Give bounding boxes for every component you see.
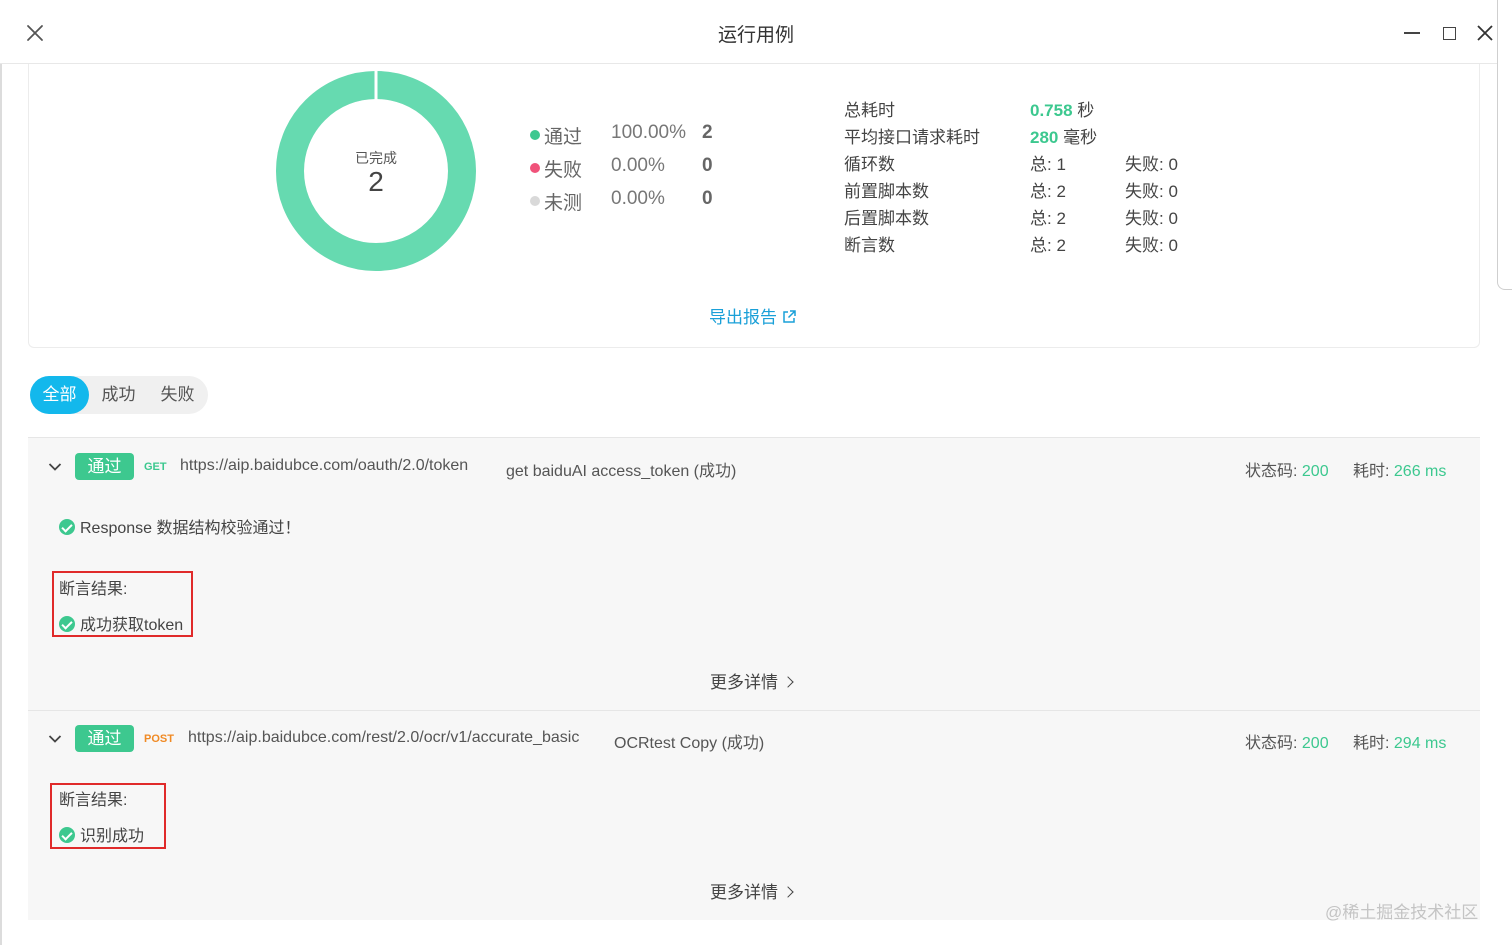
assertion-title: 断言结果: (59, 581, 128, 598)
chevron-right-icon (782, 886, 794, 898)
legend-count: 0 (702, 188, 713, 209)
export-report-link[interactable]: 导出报告 (709, 303, 797, 328)
check-circle-icon (59, 519, 75, 535)
legend-count: 0 (702, 155, 713, 176)
avg-time-number: 280 (1030, 128, 1059, 147)
status-code-label: 状态码: (1245, 463, 1298, 480)
assertion-result-text: 识别成功 (80, 828, 145, 845)
chevron-down-icon[interactable] (48, 462, 62, 472)
title-bar: 运行用例 (0, 0, 1512, 64)
window-title: 运行用例 (717, 25, 794, 46)
total-time-unit: 秒 (1077, 101, 1095, 120)
check-circle-icon (59, 616, 75, 632)
request-url: https://aip.baidubce.com/oauth/2.0/token (180, 457, 469, 474)
elapsed-time-label: 耗时: (1353, 463, 1390, 480)
more-details-link[interactable]: 更多详情 (710, 878, 794, 903)
stat-avg-time-label: 平均接口请求耗时 (844, 128, 980, 147)
stat-loop-label: 循环数 (844, 155, 895, 174)
stat-total-time-value: 0.758 秒 (1030, 96, 1094, 121)
status-code: 状态码: 200 (1245, 729, 1329, 753)
schema-check: Response 数据结构校验通过！ (59, 514, 301, 538)
result-filter: 全部 成功 失败 (30, 376, 208, 414)
tab-all[interactable]: 全部 (30, 376, 89, 414)
result-item: 通过 POST https://aip.baidubce.com/rest/2.… (28, 710, 1480, 920)
assertion-result: 识别成功 (59, 822, 144, 846)
request-name: get baiduAI access_token (成功) (506, 463, 737, 480)
elapsed-time-value: 266 ms (1393, 463, 1447, 480)
stat-total-time-label: 总耗时 (844, 101, 895, 120)
export-report-label: 导出报告 (709, 308, 777, 327)
request-url: https://aip.baidubce.com/rest/2.0/ocr/v1… (188, 729, 580, 746)
donut-center-value: 2 (368, 166, 384, 197)
legend-name: 未测 (544, 193, 583, 214)
total-time-number: 0.758 (1030, 101, 1073, 120)
scrollbar[interactable] (1497, 0, 1512, 290)
status-code-value: 200 (1301, 735, 1329, 752)
minimize-icon[interactable] (1404, 32, 1420, 34)
donut-center-label: 已完成 (355, 150, 397, 166)
elapsed-time-value: 294 ms (1393, 735, 1447, 752)
stat-post-script-fail: 失败: 0 (1125, 209, 1178, 228)
stat-assert-fail: 失败: 0 (1125, 236, 1178, 255)
assertion-result-text: 成功获取token (80, 617, 184, 634)
legend-dot-fail (530, 163, 540, 173)
result-item: 通过 GET https://aip.baidubce.com/oauth/2.… (28, 437, 1480, 710)
status-badge: 通过 (75, 453, 134, 480)
legend-dot-pass (530, 130, 540, 140)
stat-avg-time-value: 280 毫秒 (1030, 123, 1097, 148)
maximize-icon[interactable] (1443, 27, 1456, 40)
external-link-icon (783, 310, 796, 323)
legend-percent: 0.00% (611, 188, 665, 209)
window-close-icon[interactable] (1476, 24, 1494, 42)
request-name: OCRtest Copy (成功) (614, 735, 765, 752)
stat-assert-total: 总: 2 (1030, 236, 1066, 255)
status-code-label: 状态码: (1245, 735, 1298, 752)
legend-percent: 0.00% (611, 155, 665, 176)
legend-name: 失败 (544, 160, 583, 181)
elapsed-time: 耗时: 266 ms (1353, 457, 1446, 481)
window-left-edge (0, 0, 2, 945)
stat-pre-script-fail: 失败: 0 (1125, 182, 1178, 201)
legend-percent: 100.00% (611, 122, 687, 143)
status-code: 状态码: 200 (1245, 457, 1329, 481)
legend-count: 2 (702, 122, 713, 143)
tab-fail[interactable]: 失败 (148, 376, 207, 414)
stat-loop-total: 总: 1 (1030, 155, 1066, 174)
assertion-result: 成功获取token (59, 611, 183, 635)
stat-loop-fail: 失败: 0 (1125, 155, 1178, 174)
stat-post-script-total: 总: 2 (1030, 209, 1066, 228)
status-badge: 通过 (75, 725, 134, 752)
schema-check-text: Response 数据结构校验通过！ (80, 520, 301, 537)
check-circle-icon (59, 827, 75, 843)
tab-success[interactable]: 成功 (89, 376, 148, 414)
stat-pre-script-label: 前置脚本数 (844, 182, 929, 201)
legend-dot-untested (530, 196, 540, 206)
chevron-right-icon (782, 676, 794, 688)
watermark: @稀土掘金技术社区 (1325, 903, 1479, 922)
chevron-down-icon[interactable] (48, 734, 62, 744)
legend-name: 通过 (544, 127, 583, 148)
http-method: POST (144, 733, 174, 745)
elapsed-time-label: 耗时: (1353, 735, 1390, 752)
status-code-value: 200 (1301, 463, 1329, 480)
stat-post-script-label: 后置脚本数 (844, 209, 929, 228)
assertion-title: 断言结果: (59, 792, 128, 809)
elapsed-time: 耗时: 294 ms (1353, 729, 1446, 753)
stat-pre-script-total: 总: 2 (1030, 182, 1066, 201)
avg-time-unit: 毫秒 (1063, 128, 1098, 147)
more-details-link[interactable]: 更多详情 (710, 668, 794, 693)
more-details-label: 更多详情 (710, 673, 778, 692)
http-method: GET (144, 461, 167, 473)
more-details-label: 更多详情 (710, 883, 778, 902)
stat-assert-label: 断言数 (844, 236, 895, 255)
